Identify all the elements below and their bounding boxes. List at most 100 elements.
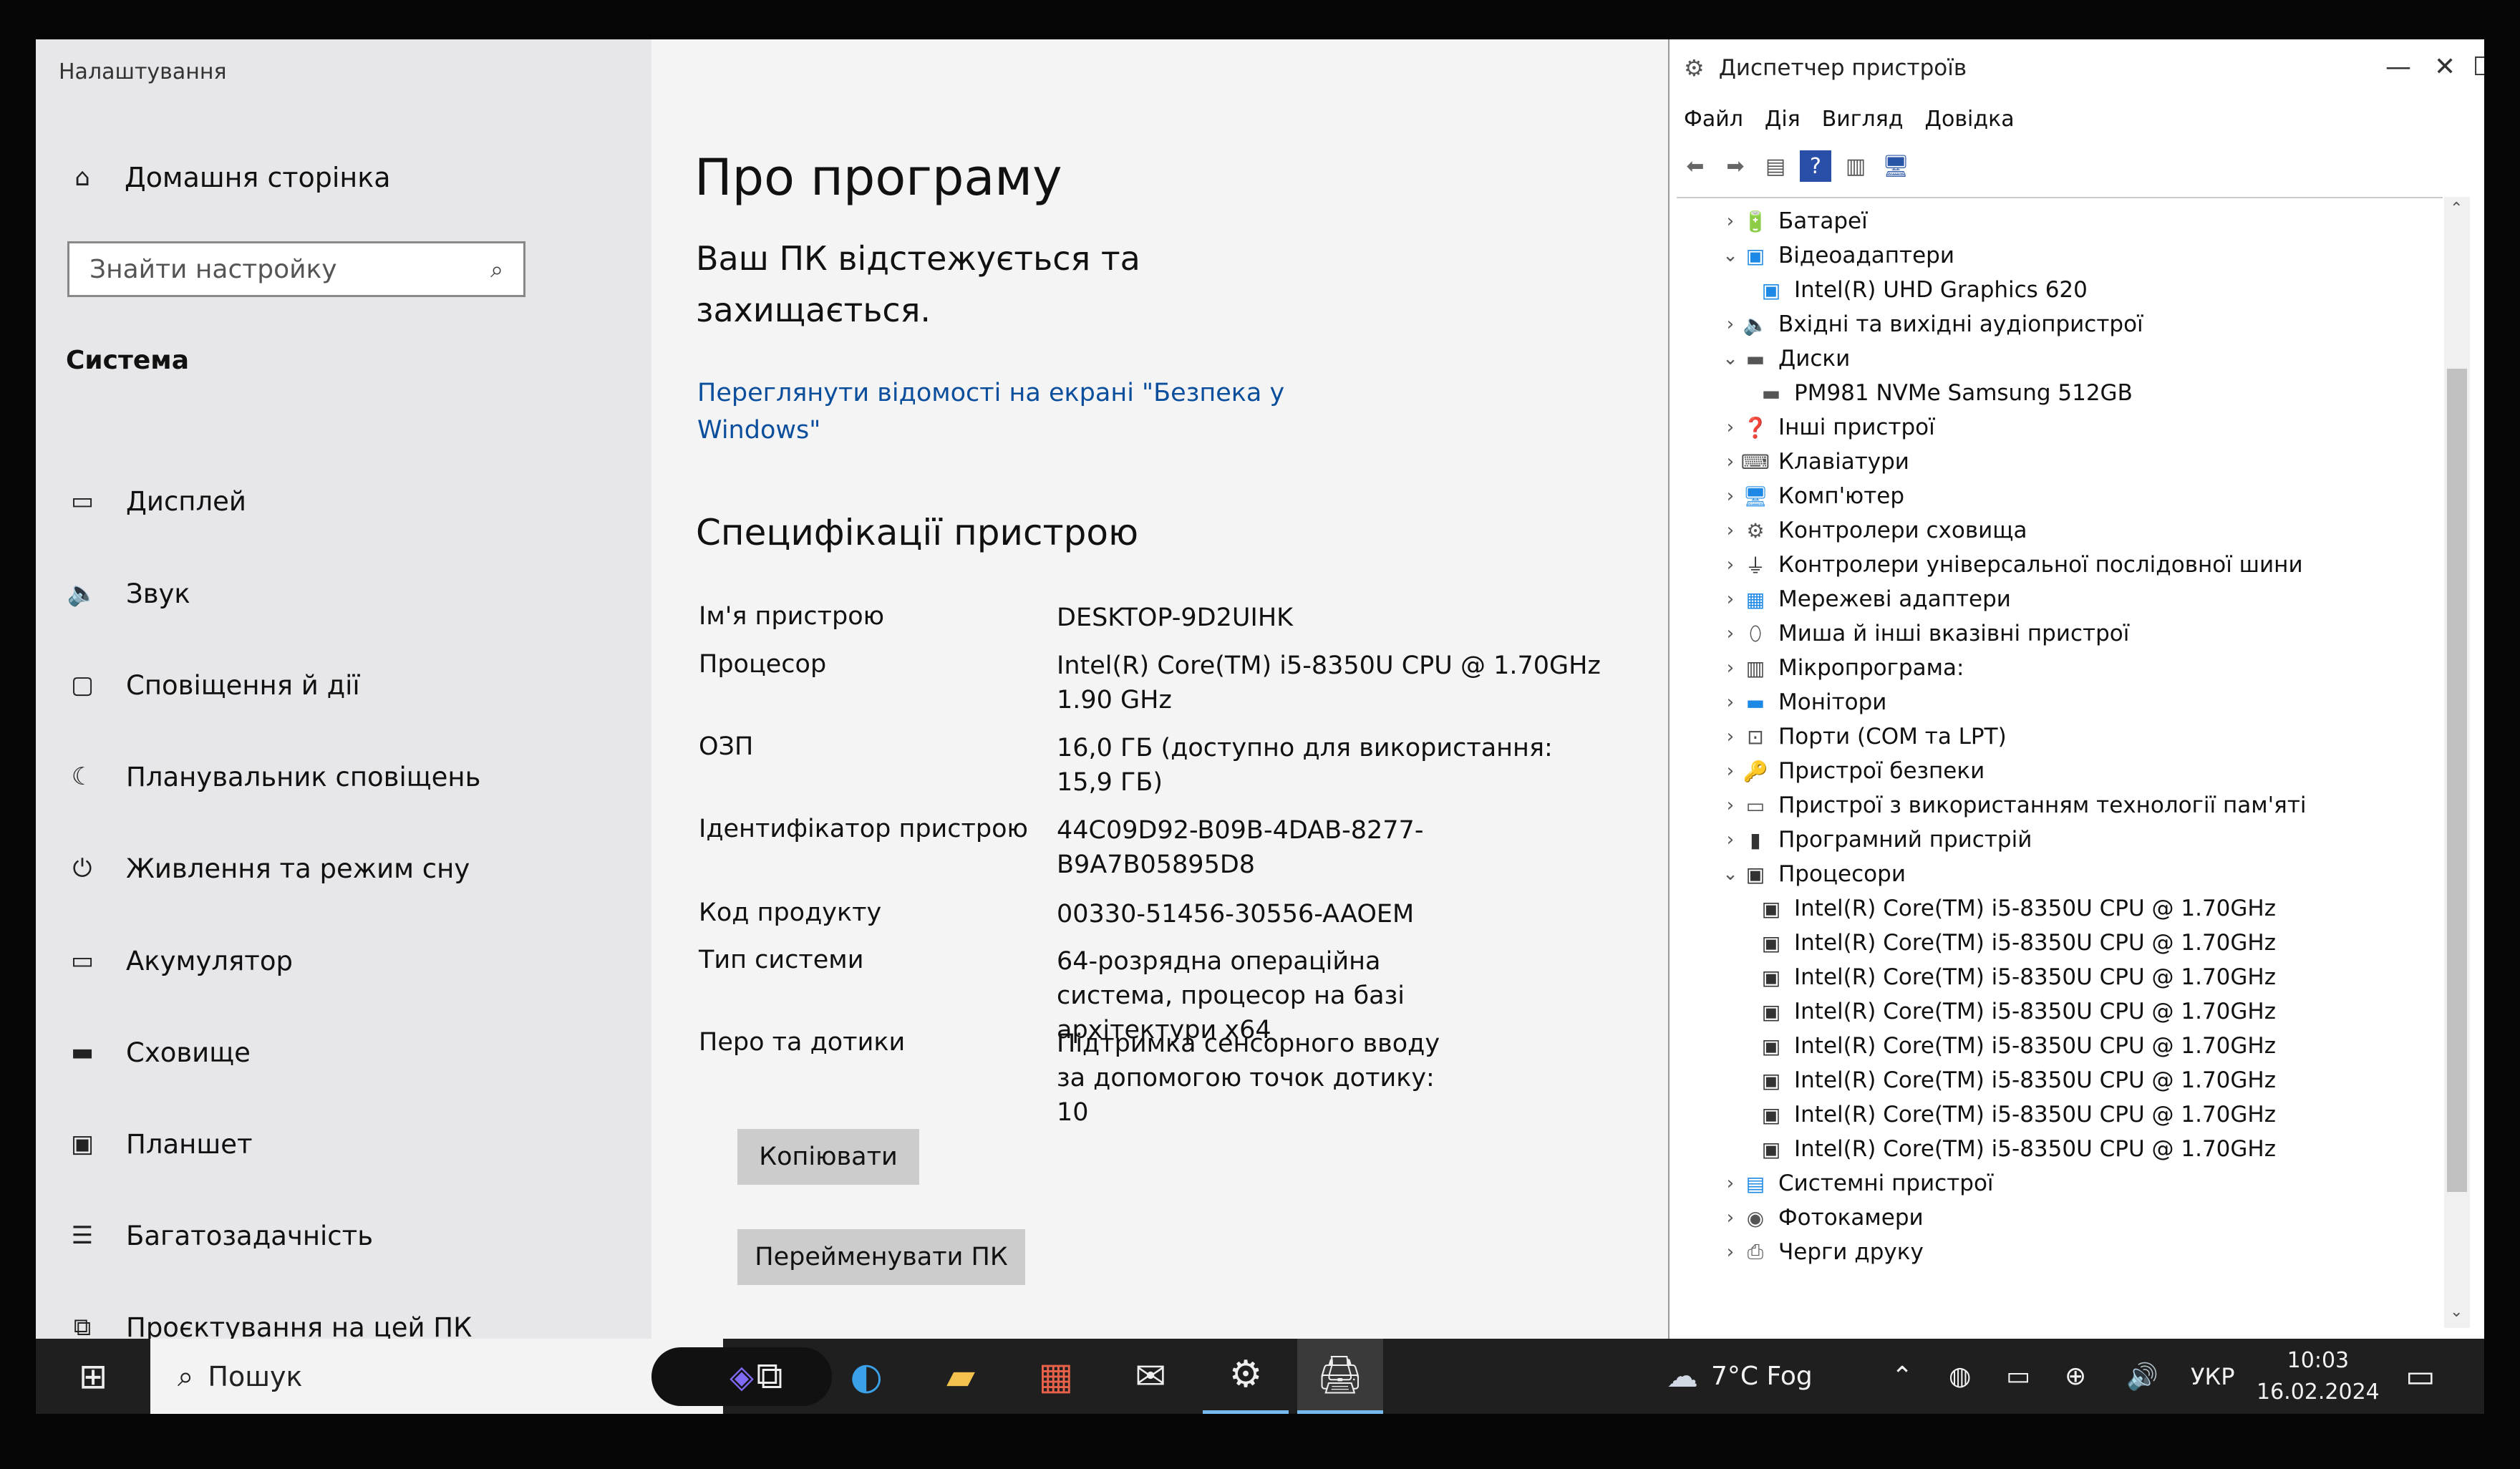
settings-gear-icon[interactable]: ⚙: [1203, 1339, 1289, 1414]
language-indicator[interactable]: УКР: [2191, 1339, 2235, 1414]
chevron-right-icon[interactable]: ›: [1720, 795, 1741, 816]
chevron-right-icon[interactable]: ›: [1720, 1173, 1741, 1194]
menu-view[interactable]: Вигляд: [1822, 107, 1904, 132]
properties-icon[interactable]: ▥: [1840, 150, 1871, 182]
file-explorer-icon[interactable]: ▰: [918, 1339, 1004, 1414]
home-link[interactable]: ⌂ Домашня сторінка: [66, 161, 390, 194]
chevron-down-icon[interactable]: ⌄: [1720, 245, 1741, 266]
tree-node[interactable]: ▣ Intel(R) Core(TM) i5-8350U CPU @ 1.70GH…: [1757, 893, 2276, 924]
chevron-right-icon[interactable]: ›: [1720, 588, 1741, 610]
tree-node[interactable]: ▣ Intel(R) Core(TM) i5-8350U CPU @ 1.70GH…: [1757, 927, 2276, 959]
tree-node[interactable]: › ⏚ Контролери універсальної послідовної ш…: [1720, 549, 2303, 581]
taskbar-search[interactable]: ⌕ Пошук ◈: [150, 1339, 832, 1414]
vertical-scrollbar[interactable]: ⌃ ⌄: [2444, 197, 2470, 1328]
chevron-down-icon[interactable]: ⌄: [1720, 348, 1741, 369]
battery-tray-icon[interactable]: ▭: [2006, 1339, 2030, 1414]
nav-item-tablet[interactable]: ▣ Планшет: [66, 1115, 639, 1173]
maximize-icon[interactable]: ☐: [2473, 52, 2484, 82]
chevron-right-icon[interactable]: ›: [1720, 1241, 1741, 1263]
back-arrow-icon[interactable]: ⬅: [1680, 150, 1711, 182]
tree-node[interactable]: › ⬯ Миша й інші вказівні пристрої: [1720, 618, 2130, 649]
show-hide-tree-icon[interactable]: ▤: [1760, 150, 1791, 182]
tree-node[interactable]: › 🔑 Пристрої безпеки: [1720, 755, 1984, 787]
meet-now-icon[interactable]: ◍: [1949, 1339, 1971, 1414]
tree-node[interactable]: ▣ Intel(R) Core(TM) i5-8350U CPU @ 1.70GH…: [1757, 961, 2276, 993]
menu-file[interactable]: Файл: [1684, 107, 1743, 132]
tree-node[interactable]: › 🖥 Комп'ютер: [1720, 480, 1904, 512]
chevron-right-icon[interactable]: ›: [1720, 314, 1741, 335]
tree-node[interactable]: › 🔈 Вхідні та вихідні аудіопристрої: [1720, 309, 2143, 340]
chevron-right-icon[interactable]: ›: [1720, 520, 1741, 541]
nav-item-power[interactable]: ⏻ Живлення та режим сну: [66, 840, 639, 897]
chevron-right-icon[interactable]: ›: [1720, 554, 1741, 576]
tree-node[interactable]: ▣ Intel(R) Core(TM) i5-8350U CPU @ 1.70GH…: [1757, 1030, 2276, 1062]
chevron-down-icon[interactable]: ⌄: [1720, 863, 1741, 885]
tree-node[interactable]: › ⊡ Порти (COM та LPT): [1720, 721, 2007, 752]
tree-node[interactable]: ⌄ ▣ Відеоадаптери: [1720, 240, 1954, 271]
tree-node[interactable]: › ◉ Фотокамери: [1720, 1202, 1924, 1233]
scrollbar-thumb[interactable]: [2447, 369, 2467, 1192]
menu-action[interactable]: Дія: [1765, 107, 1801, 132]
tree-node[interactable]: ⌄ ▣ Процесори: [1720, 858, 1906, 890]
tree-node[interactable]: ⌄ ▬ Диски: [1720, 343, 1850, 374]
tree-node[interactable]: › ⎙ Черги друку: [1720, 1236, 1924, 1268]
settings-search-input[interactable]: Знайти настройку ⌕: [67, 241, 525, 297]
network-globe-icon[interactable]: ⊕: [2065, 1339, 2086, 1414]
copy-button[interactable]: Копіювати: [737, 1129, 919, 1185]
tree-node[interactable]: ▣ Intel(R) Core(TM) i5-8350U CPU @ 1.70GH…: [1757, 1099, 2276, 1130]
tree-node[interactable]: › ▤ Системні пристрої: [1720, 1168, 1994, 1199]
start-windows-icon[interactable]: ⊞: [50, 1339, 136, 1414]
tree-node[interactable]: ▬ PM981 NVMe Samsung 512GB: [1757, 377, 2133, 409]
scroll-down-icon[interactable]: ⌄: [2450, 1303, 2463, 1321]
tree-node[interactable]: › ▥ Мікропрограма:: [1720, 652, 1964, 684]
chevron-right-icon[interactable]: ›: [1720, 829, 1741, 850]
nav-item-sound[interactable]: 🔈 Звук: [66, 565, 639, 622]
show-hidden-icons-icon[interactable]: ⌃: [1891, 1339, 1913, 1414]
tree-node[interactable]: ▣ Intel(R) Core(TM) i5-8350U CPU @ 1.70GH…: [1757, 1065, 2276, 1096]
nav-item-multitasking[interactable]: ☰ Багатозадачність: [66, 1207, 639, 1264]
chevron-right-icon[interactable]: ›: [1720, 1207, 1741, 1228]
clock[interactable]: 10:03 16.02.2024: [2257, 1339, 2380, 1414]
tree-node[interactable]: › ❓ Інші пристрої: [1720, 412, 1935, 443]
close-icon[interactable]: ✕: [2434, 52, 2456, 82]
edge-browser-icon[interactable]: ◐: [823, 1339, 909, 1414]
nav-item-notifications[interactable]: ▢ Сповіщення й дії: [66, 656, 639, 714]
tree-node[interactable]: › ▦ Мережеві адаптери: [1720, 583, 2011, 615]
menu-help[interactable]: Довідка: [1925, 107, 2015, 132]
nav-item-focus-assist[interactable]: ☾ Планувальник сповіщень: [66, 748, 639, 805]
tree-node[interactable]: › ⚙ Контролери сховища: [1720, 515, 2027, 546]
chevron-right-icon[interactable]: ›: [1720, 692, 1741, 713]
task-view-icon[interactable]: ⧉: [727, 1339, 813, 1414]
rename-pc-button[interactable]: Перейменувати ПК: [737, 1229, 1025, 1285]
tree-node[interactable]: › 🔋 Батареї: [1720, 205, 1868, 237]
weather-widget[interactable]: ☁ 7°C Fog: [1667, 1339, 1813, 1414]
nav-item-display[interactable]: ▭ Дисплей: [66, 472, 639, 530]
mail-icon[interactable]: ✉: [1108, 1339, 1193, 1414]
tree-node[interactable]: ▣ Intel(R) Core(TM) i5-8350U CPU @ 1.70GH…: [1757, 996, 2276, 1027]
help-icon[interactable]: ?: [1800, 150, 1831, 182]
action-center-icon[interactable]: ▭: [2405, 1339, 2436, 1414]
minimize-icon[interactable]: —: [2385, 52, 2411, 82]
security-link[interactable]: Переглянути відомості на екрані "Безпека…: [697, 374, 1342, 449]
nav-item-storage[interactable]: ▬ Сховище: [66, 1024, 639, 1081]
chevron-right-icon[interactable]: ›: [1720, 417, 1741, 438]
chevron-right-icon[interactable]: ›: [1720, 451, 1741, 472]
chevron-right-icon[interactable]: ›: [1720, 657, 1741, 679]
volume-icon[interactable]: 🔊: [2126, 1339, 2158, 1414]
tree-node[interactable]: ▣ Intel(R) UHD Graphics 620: [1757, 274, 2088, 306]
chevron-right-icon[interactable]: ›: [1720, 760, 1741, 782]
chevron-right-icon[interactable]: ›: [1720, 726, 1741, 747]
chevron-right-icon[interactable]: ›: [1720, 210, 1741, 232]
tree-node[interactable]: ▣ Intel(R) Core(TM) i5-8350U CPU @ 1.70GH…: [1757, 1133, 2276, 1165]
chevron-right-icon[interactable]: ›: [1720, 485, 1741, 507]
chevron-right-icon[interactable]: ›: [1720, 623, 1741, 644]
forward-arrow-icon[interactable]: ➡: [1720, 150, 1751, 182]
tree-node[interactable]: › ▭ Пристрої з використанням технології па…: [1720, 790, 2307, 821]
tree-node[interactable]: › ▮ Програмний пристрій: [1720, 824, 2032, 855]
scroll-up-icon[interactable]: ⌃: [2450, 200, 2463, 218]
device-manager-taskbar-icon[interactable]: 🖨: [1297, 1339, 1383, 1414]
microsoft-store-icon[interactable]: ▦: [1013, 1339, 1099, 1414]
tree-node[interactable]: › ▬ Монітори: [1720, 687, 1887, 718]
nav-item-battery[interactable]: ▭ Акумулятор: [66, 932, 639, 989]
scan-hardware-icon[interactable]: 🖥: [1880, 150, 1911, 182]
